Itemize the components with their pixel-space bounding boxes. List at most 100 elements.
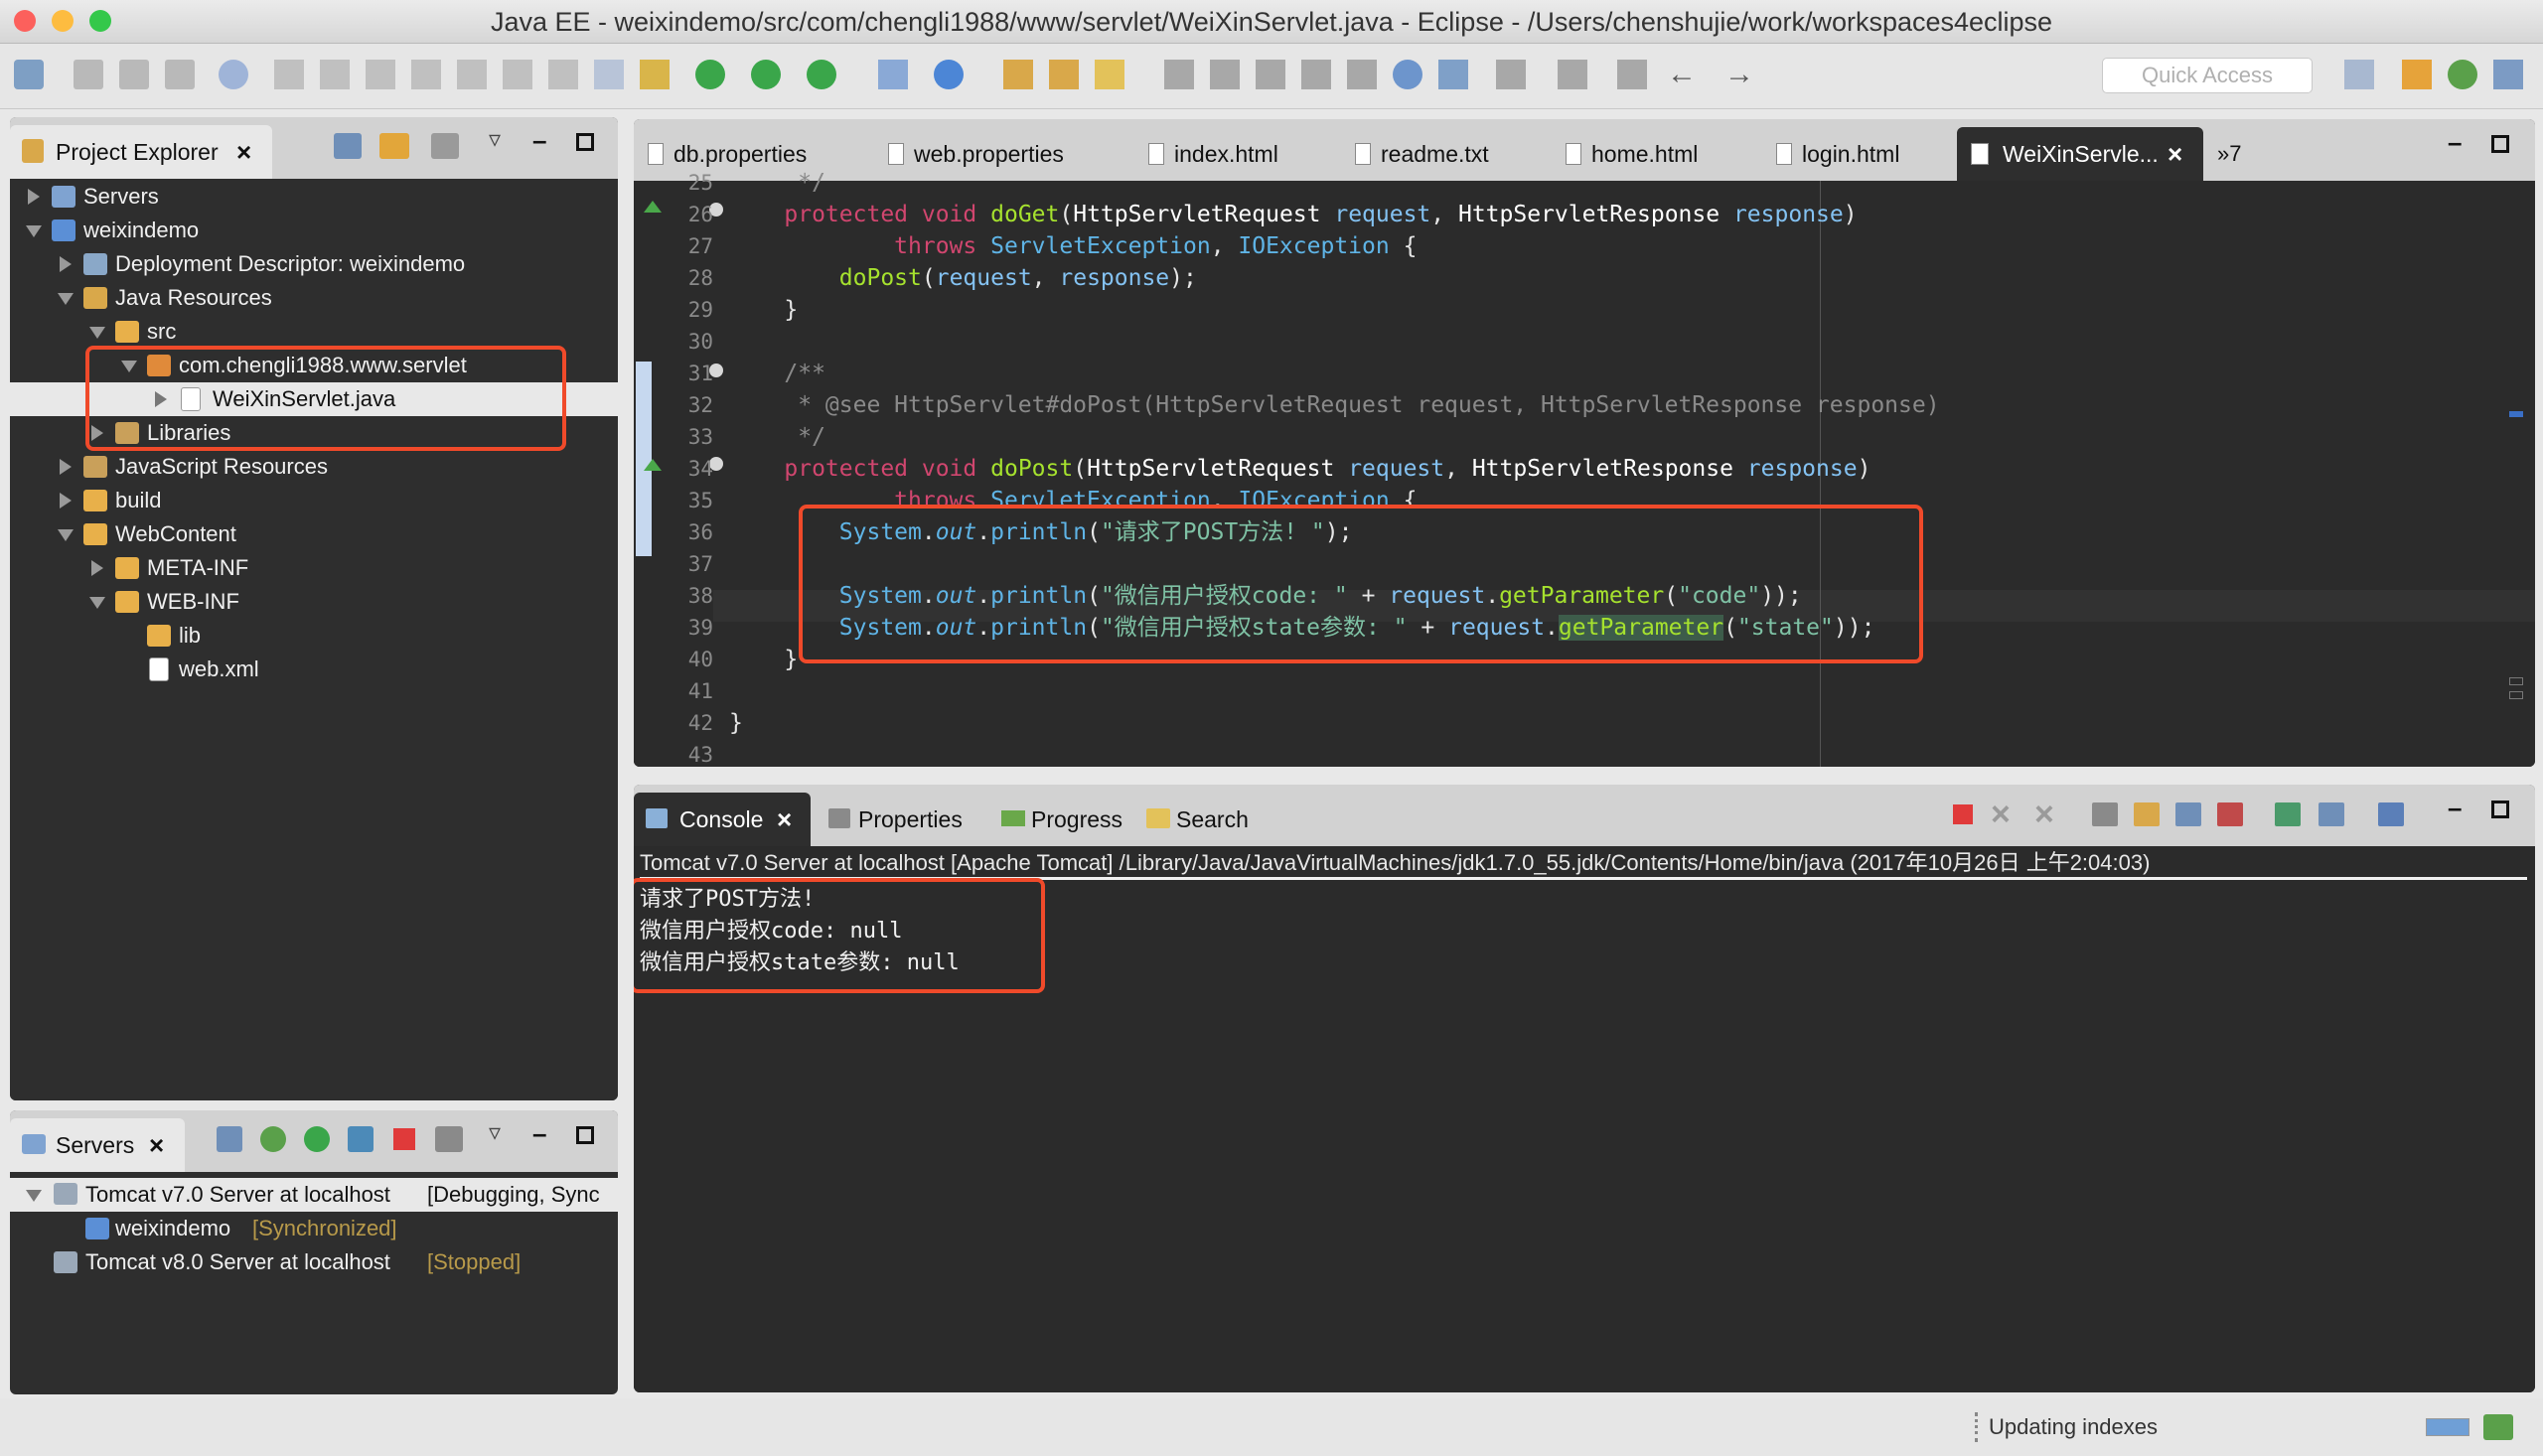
tree-item[interactable]: weixindemo — [10, 214, 618, 247]
tree-item[interactable]: JavaScript Resources — [10, 450, 618, 484]
clear-console-icon[interactable] — [2092, 802, 2118, 826]
new-java-project-icon[interactable] — [878, 60, 908, 89]
collapse-icon[interactable] — [58, 293, 74, 305]
expand-icon[interactable] — [91, 560, 103, 576]
drop-to-frame-icon[interactable] — [594, 60, 624, 89]
debug-server-icon[interactable] — [260, 1126, 286, 1152]
annotation-icon[interactable] — [1164, 60, 1194, 89]
profile-server-icon[interactable] — [348, 1126, 374, 1152]
new-icon[interactable] — [14, 60, 44, 89]
use-step-filters-icon[interactable] — [640, 60, 670, 89]
close-icon[interactable]: × — [777, 793, 792, 846]
open-task-icon[interactable] — [1049, 60, 1079, 89]
expand-icon[interactable] — [60, 256, 72, 272]
tab-overflow-indicator[interactable]: »7 — [2217, 127, 2241, 181]
stop-server-icon[interactable] — [393, 1128, 415, 1150]
remove-all-icon[interactable]: × — [2034, 793, 2054, 836]
view-menu-icon[interactable]: ▿ — [489, 1118, 501, 1147]
save-icon[interactable] — [74, 60, 103, 89]
minimize-icon[interactable]: – — [532, 125, 546, 156]
open-type-icon[interactable] — [1003, 60, 1033, 89]
previous-annotation-icon[interactable] — [1558, 60, 1587, 89]
tree-item[interactable]: build — [10, 484, 618, 517]
deploy-icon[interactable] — [1438, 60, 1468, 89]
last-edit-location-icon[interactable] — [1617, 60, 1647, 89]
java-perspective-icon[interactable] — [2493, 60, 2523, 89]
progress-bar[interactable] — [2426, 1418, 2469, 1436]
expand-icon[interactable] — [28, 189, 40, 205]
tree-item[interactable]: Java Resources — [10, 281, 618, 315]
collapse-icon[interactable] — [26, 1190, 42, 1202]
publish-icon[interactable] — [435, 1126, 463, 1152]
new-java-package-icon[interactable] — [934, 60, 964, 89]
tab-home-html[interactable]: home.html — [1552, 127, 1750, 181]
maximize-icon[interactable] — [576, 1126, 594, 1144]
open-console-icon[interactable] — [2378, 802, 2404, 826]
maximize-icon[interactable] — [576, 133, 594, 151]
scroll-lock-icon[interactable] — [2134, 802, 2160, 826]
progress-view-icon[interactable] — [2483, 1414, 2513, 1440]
terminate-icon[interactable] — [1953, 804, 1973, 824]
overview-marker[interactable] — [2509, 411, 2523, 417]
server-row[interactable]: Tomcat v8.0 Server at localhost [Stopped… — [10, 1245, 618, 1279]
step-return-icon[interactable] — [548, 60, 578, 89]
collapse-icon[interactable] — [58, 529, 74, 541]
quick-access-input[interactable]: Quick Access — [2102, 58, 2313, 93]
tab-console[interactable]: Console × — [634, 793, 811, 846]
java-ee-perspective-icon[interactable] — [2402, 60, 2432, 89]
tab-search[interactable]: Search — [1136, 793, 1275, 846]
tab-login-html[interactable]: login.html — [1762, 127, 1961, 181]
pin-console-icon[interactable] — [2275, 802, 2301, 826]
view-menu-icon[interactable]: ▿ — [489, 125, 501, 154]
show-on-output-icon[interactable] — [2217, 802, 2243, 826]
tree-item[interactable]: Deployment Descriptor: weixindemo — [10, 247, 618, 281]
close-icon[interactable]: × — [2168, 127, 2182, 181]
maximize-icon[interactable] — [2491, 801, 2509, 818]
collapse-all-icon[interactable] — [334, 133, 362, 159]
toggle-word-wrap-icon[interactable] — [1256, 60, 1285, 89]
remove-launch-icon[interactable]: × — [1991, 793, 2011, 836]
minimize-icon[interactable]: – — [2448, 793, 2462, 823]
search-icon[interactable] — [1095, 60, 1124, 89]
open-perspective-icon[interactable] — [2344, 60, 2374, 89]
word-wrap-icon[interactable] — [2175, 802, 2201, 826]
overview-marker[interactable] — [2509, 691, 2523, 699]
tab-properties[interactable]: Properties — [819, 793, 989, 846]
tree-item[interactable]: WEB-INF — [10, 585, 618, 619]
collapse-icon[interactable] — [89, 327, 105, 339]
debug-icon[interactable] — [695, 60, 725, 89]
display-console-icon[interactable] — [2319, 802, 2344, 826]
minimize-icon[interactable]: – — [532, 1118, 546, 1149]
tree-item[interactable]: WebContent — [10, 517, 618, 551]
close-icon[interactable]: × — [149, 1118, 164, 1172]
tree-item[interactable]: Servers — [10, 180, 618, 214]
collapse-all-icon[interactable] — [217, 1126, 242, 1152]
debug-perspective-icon[interactable] — [2448, 60, 2477, 89]
step-into-icon[interactable] — [457, 60, 487, 89]
forward-arrow-icon[interactable]: → — [1724, 60, 1754, 89]
run-icon[interactable] — [751, 60, 781, 89]
tab-weixinservlet-java[interactable]: WeiXinServle... × — [1957, 127, 2203, 181]
skip-breakpoints-icon[interactable] — [219, 60, 248, 89]
tree-item[interactable]: web.xml — [10, 653, 618, 686]
run-server-icon[interactable] — [807, 60, 836, 89]
toggle-mark-occurrences-icon[interactable] — [1210, 60, 1240, 89]
tab-project-explorer[interactable]: Project Explorer × — [10, 125, 272, 179]
code-area[interactable]: 25 26 27 28 29 30 31 32 33 34 35 36 37 3… — [634, 170, 2535, 767]
console-output[interactable]: Tomcat v7.0 Server at localhost [Apache … — [634, 846, 2535, 1392]
expand-icon[interactable] — [60, 459, 72, 475]
tab-servers[interactable]: Servers × — [10, 1118, 185, 1172]
resume-icon[interactable] — [274, 60, 304, 89]
tree-item[interactable]: src — [10, 315, 618, 349]
maximize-icon[interactable] — [2491, 135, 2509, 153]
tab-readme-txt[interactable]: readme.txt — [1341, 127, 1540, 181]
save-all-icon[interactable] — [119, 60, 149, 89]
tab-progress[interactable]: Progress — [991, 793, 1140, 846]
link-with-editor-icon[interactable] — [379, 133, 409, 159]
show-whitespace-icon[interactable] — [1347, 60, 1377, 89]
tree-item[interactable]: META-INF — [10, 551, 618, 585]
tab-web-properties[interactable]: web.properties — [874, 127, 1113, 181]
web-browser-icon[interactable] — [1393, 60, 1422, 89]
disconnect-icon[interactable] — [411, 60, 441, 89]
overview-marker[interactable] — [2509, 677, 2523, 685]
